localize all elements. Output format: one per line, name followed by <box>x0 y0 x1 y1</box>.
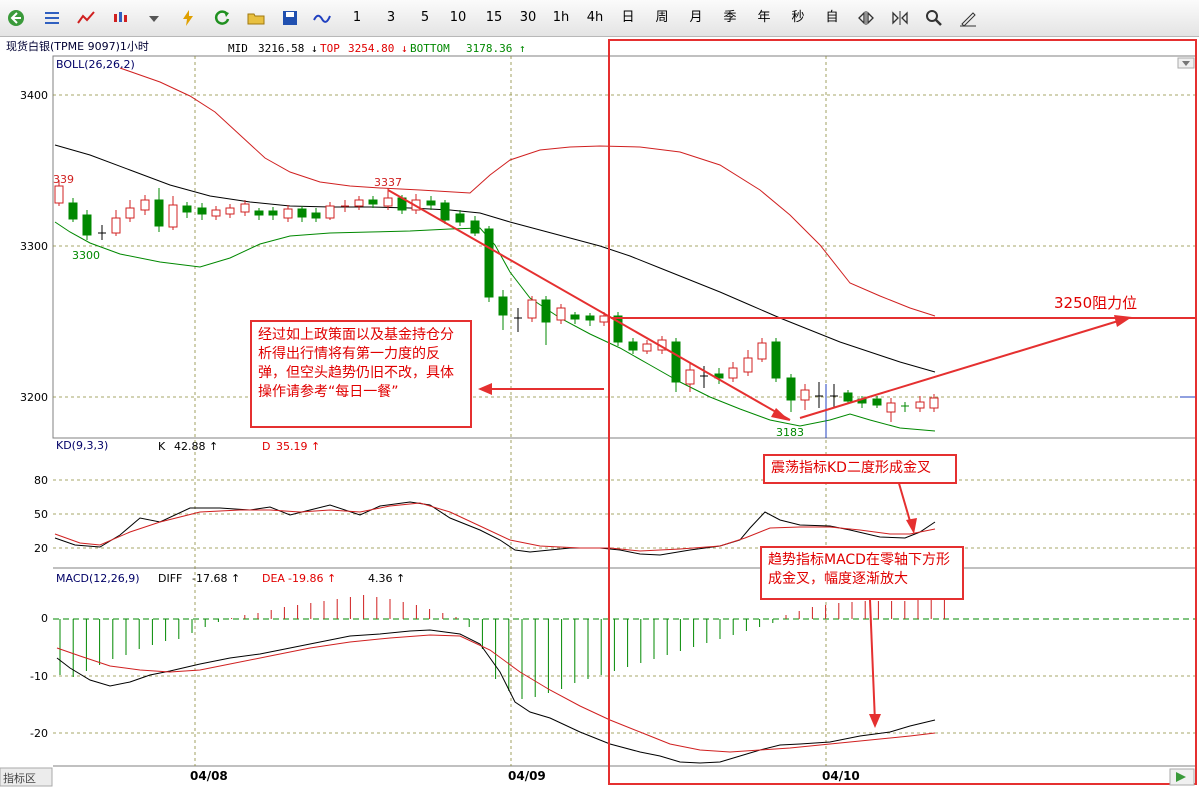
kd-d-line <box>54 502 936 552</box>
resistance-label: 3250阻力位 <box>1054 294 1138 312</box>
label-339: 339 <box>53 173 74 186</box>
kd-note-box: 震荡指标KD二度形成金叉 <box>763 454 957 484</box>
macd-note-box: 趋势指标MACD在零轴下方形成金叉，幅度逐渐放大 <box>760 546 964 600</box>
indicator-tab[interactable]: 指标区 <box>3 770 36 786</box>
boll-mid-band <box>54 144 936 373</box>
candlesticks <box>54 180 939 438</box>
boll-upper-band <box>119 67 936 317</box>
x-date-0408: 04/08 <box>190 769 228 783</box>
boll-panel-frame <box>52 55 1197 439</box>
label-3183: 3183 <box>776 426 804 439</box>
rebound-arrow <box>799 317 1129 419</box>
label-3337: 3337 <box>374 176 402 189</box>
focus-region-frame <box>608 39 1197 785</box>
x-date-0409: 04/09 <box>508 769 546 783</box>
policy-note-box: 经过如上政策面以及基金持仓分析得出行情将有第一力度的反弹，但空头趋势仍旧不改，具… <box>250 320 472 428</box>
x-date-0410: 04/10 <box>822 769 860 783</box>
label-3300: 3300 <box>72 249 100 262</box>
macd-histogram <box>59 595 945 699</box>
chart-canvas <box>0 39 1197 787</box>
